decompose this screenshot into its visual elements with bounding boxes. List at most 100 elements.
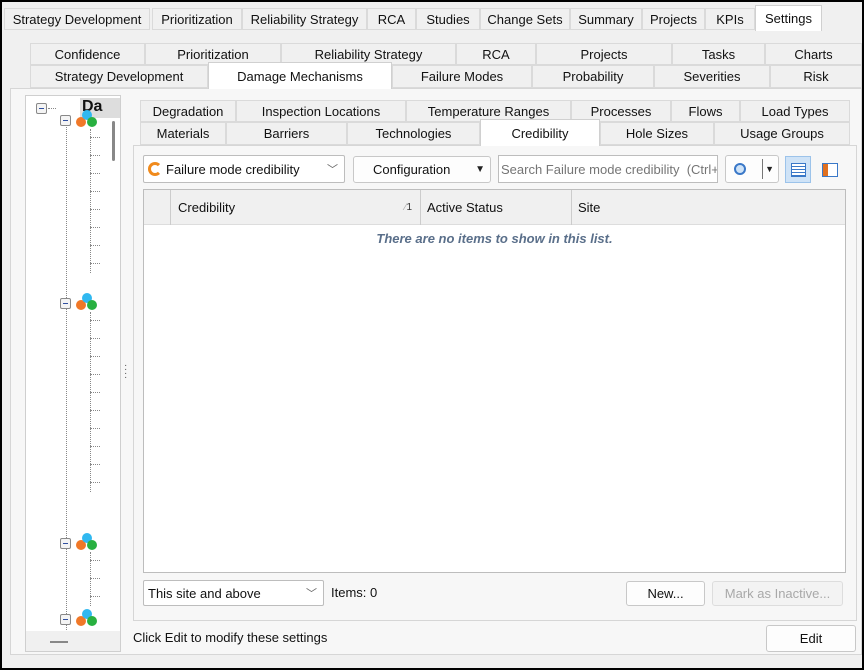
splitter-grip-icon[interactable]: · · · · <box>124 361 128 383</box>
settings-tab-probability[interactable]: Probability <box>532 65 654 88</box>
credibility-icon <box>148 162 162 176</box>
configuration-button[interactable]: Configuration ▼ <box>353 156 491 183</box>
dm-tab-flows[interactable]: Flows <box>671 100 740 122</box>
collapse-icon[interactable] <box>36 103 47 114</box>
tree-leaf-connector[interactable] <box>90 596 100 597</box>
column-header-label: Credibility <box>178 200 236 215</box>
tree-leaf-connector[interactable] <box>90 173 100 174</box>
damage-mechanism-group-icon[interactable] <box>76 293 98 311</box>
column-header-label: Active Status <box>427 200 503 215</box>
view-select[interactable]: Failure mode credibility ﹀ <box>143 155 345 183</box>
tree-connector <box>48 108 56 109</box>
dm-tab-hole-sizes[interactable]: Hole Sizes <box>600 122 714 145</box>
grid-header: Credibility ⁄1 Active Status Site <box>144 190 845 225</box>
tree-connector <box>90 129 91 273</box>
configuration-label: Configuration <box>373 162 451 177</box>
collapse-icon[interactable] <box>60 298 71 309</box>
search-icon <box>734 163 746 175</box>
list-view-toggle[interactable] <box>785 156 811 183</box>
tree-leaf-connector[interactable] <box>90 137 100 138</box>
top-tab-settings[interactable]: Settings <box>755 5 822 31</box>
settings-tab-severities[interactable]: Severities <box>654 65 770 88</box>
top-tab-kpis[interactable]: KPIs <box>705 8 755 30</box>
damage-mechanism-group-icon[interactable] <box>76 609 98 627</box>
top-tab-studies[interactable]: Studies <box>416 8 480 30</box>
tree-connector <box>90 312 91 492</box>
column-header-active-status[interactable]: Active Status <box>421 190 572 225</box>
damage-mechanism-group-icon[interactable] <box>76 110 98 128</box>
top-tab-reliability-strategy[interactable]: Reliability Strategy <box>242 8 367 30</box>
credibility-grid: Credibility ⁄1 Active Status Site There … <box>143 189 846 573</box>
tree-leaf-connector[interactable] <box>90 392 100 393</box>
tree-leaf-connector[interactable] <box>90 374 100 375</box>
settings-tab-projects[interactable]: Projects <box>536 43 672 65</box>
top-tab-strategy-development[interactable]: Strategy Development <box>4 8 150 30</box>
tree-leaf-connector[interactable] <box>90 560 100 561</box>
settings-tab-risk[interactable]: Risk <box>770 65 862 88</box>
tree-leaf-connector[interactable] <box>90 263 100 264</box>
collapse-icon[interactable] <box>60 614 71 625</box>
top-tab-change-sets[interactable]: Change Sets <box>480 8 570 30</box>
collapse-icon[interactable] <box>60 115 71 126</box>
damage-mechanism-group-icon[interactable] <box>76 533 98 551</box>
tree-leaf-connector[interactable] <box>90 191 100 192</box>
settings-tab-failure-modes[interactable]: Failure Modes <box>392 65 532 88</box>
dm-tab-credibility[interactable]: Credibility <box>480 119 600 146</box>
tree-leaf-connector[interactable] <box>90 155 100 156</box>
dm-tab-materials[interactable]: Materials <box>140 122 226 145</box>
sort-indicator: ⁄1 <box>404 202 412 213</box>
column-header-credibility[interactable]: Credibility ⁄1 <box>171 190 421 225</box>
tree-leaf-connector[interactable] <box>90 446 100 447</box>
search-options-arrow-icon[interactable]: ▼ <box>765 164 774 174</box>
tree-leaf-connector[interactable] <box>90 245 100 246</box>
dm-tab-inspection-locations[interactable]: Inspection Locations <box>236 100 406 122</box>
detail-view-icon <box>822 162 838 177</box>
column-header-label: Site <box>578 200 601 215</box>
settings-tab-damage-mechanisms[interactable]: Damage Mechanisms <box>208 62 392 89</box>
settings-tab-confidence[interactable]: Confidence <box>30 43 145 65</box>
collapse-icon[interactable] <box>60 538 71 549</box>
settings-tab-strategy-development[interactable]: Strategy Development <box>30 65 208 88</box>
tree-leaf-connector[interactable] <box>90 338 100 339</box>
top-tab-rca[interactable]: RCA <box>367 8 416 30</box>
list-view-icon <box>790 162 806 177</box>
items-count: Items: 0 <box>331 585 378 600</box>
edit-button[interactable]: Edit <box>766 625 856 652</box>
tree-horizontal-scrollbar[interactable] <box>26 631 120 651</box>
dm-tab-load-types[interactable]: Load Types <box>740 100 850 122</box>
tree-leaf-connector[interactable] <box>90 320 100 321</box>
dm-tab-barriers[interactable]: Barriers <box>226 122 347 145</box>
tree-leaf-connector[interactable] <box>90 482 100 483</box>
top-tab-prioritization[interactable]: Prioritization <box>152 8 242 30</box>
top-tab-summary[interactable]: Summary <box>570 8 642 30</box>
settings-tab-rca[interactable]: RCA <box>456 43 536 65</box>
search-button[interactable]: ▼ <box>725 155 779 183</box>
dm-tab-technologies[interactable]: Technologies <box>347 122 480 145</box>
settings-window: Strategy Development Prioritization Reliab… <box>2 2 862 668</box>
tree-leaf-connector[interactable] <box>90 356 100 357</box>
top-tab-projects[interactable]: Projects <box>642 8 705 30</box>
tree-leaf-connector[interactable] <box>90 428 100 429</box>
dm-tab-usage-groups[interactable]: Usage Groups <box>714 122 850 145</box>
tree-leaf-connector[interactable] <box>90 578 100 579</box>
tree-leaf-connector[interactable] <box>90 227 100 228</box>
damage-mechanism-tree[interactable]: Da <box>25 95 121 652</box>
chevron-down-icon: ﹀ <box>306 588 317 600</box>
settings-tab-charts[interactable]: Charts <box>765 43 862 65</box>
status-message: Click Edit to modify these settings <box>133 630 328 645</box>
tree-scrollbar-thumb[interactable] <box>112 121 115 161</box>
empty-list-message: There are no items to show in this list. <box>376 231 613 246</box>
new-button[interactable]: New... <box>626 581 705 606</box>
settings-tab-tasks[interactable]: Tasks <box>672 43 765 65</box>
scope-select[interactable]: This site and above ﹀ <box>143 580 324 606</box>
tree-leaf-connector[interactable] <box>90 410 100 411</box>
mark-inactive-button[interactable]: Mark as Inactive... <box>712 581 843 606</box>
detail-view-toggle[interactable] <box>817 156 843 183</box>
tree-leaf-connector[interactable] <box>90 464 100 465</box>
column-header-site[interactable]: Site <box>572 190 845 225</box>
view-select-value: Failure mode credibility <box>166 161 300 177</box>
search-input[interactable] <box>498 155 718 183</box>
tree-leaf-connector[interactable] <box>90 209 100 210</box>
dm-tab-degradation[interactable]: Degradation <box>140 100 236 122</box>
chevron-down-icon: ﹀ <box>327 164 338 176</box>
